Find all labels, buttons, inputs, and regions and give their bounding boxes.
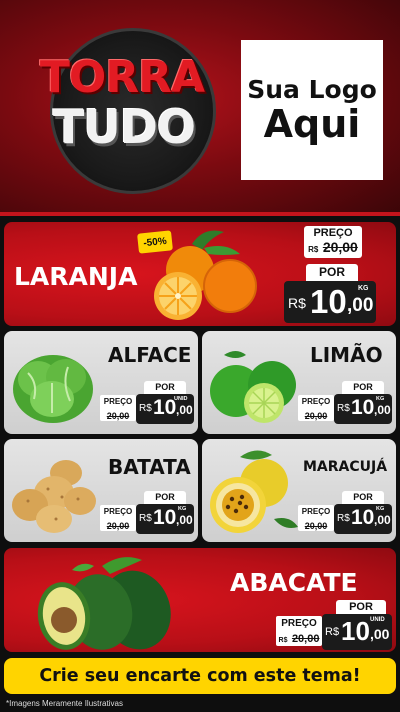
brand-line-2: TUDO: [52, 100, 196, 154]
product-card-maracuja[interactable]: MARACUJÁ POR PREÇO 20,00 R$ 10 ,00 KG: [202, 439, 396, 542]
old-price-label: PREÇO: [313, 227, 353, 239]
brand-line-1: TORRA: [39, 52, 205, 103]
lime-icon: [210, 351, 296, 423]
product-card-abacate[interactable]: ABACATE POR PREÇO R$ 20,00 R$ 10 ,00 UNI…: [4, 548, 396, 652]
old-price-currency: R$: [278, 637, 288, 644]
price-decimal: ,00: [370, 626, 390, 642]
price-unit: KG: [358, 285, 369, 292]
old-price-value: 20,00: [304, 521, 328, 531]
old-price-label: PREÇO: [103, 507, 133, 516]
price-tag: R$ 10 ,00 UNID: [322, 614, 392, 650]
price-currency: R$: [325, 626, 340, 638]
price-integer: 10: [341, 616, 370, 646]
price-integer: 10: [153, 506, 177, 529]
old-price-label: PREÇO: [301, 507, 331, 516]
por-label: POR: [342, 491, 384, 504]
lettuce-icon: [13, 355, 93, 423]
price-block: POR PREÇO 20,00 R$ 10 ,00 KG: [100, 491, 195, 541]
flyer-page: TORRA TUDO Sua Logo Aqui LARANJA -50% PR…: [0, 0, 400, 712]
disclaimer-text: *Imagens Meramente Ilustrativas: [6, 699, 123, 708]
cta-banner[interactable]: Crie seu encarte com este tema!: [4, 658, 396, 694]
old-price-value: 20,00: [106, 521, 130, 531]
por-label: POR: [144, 491, 186, 504]
price-decimal: ,00: [374, 403, 391, 417]
cta-text: Crie seu encarte com este tema!: [39, 666, 361, 686]
price-currency: R$: [337, 403, 350, 414]
price-block: PREÇO R$ 20,00 POR R$ 10 ,00 KG: [284, 226, 376, 323]
price-unit: UNID: [174, 396, 188, 402]
product-card-batata[interactable]: BATATA POR PREÇO 20,00 R$ 10 ,00 KG: [4, 439, 198, 542]
price-decimal: ,00: [176, 403, 193, 417]
product-card-laranja[interactable]: LARANJA -50% PREÇO R$ 20,00 POR R$ 10 ,0…: [4, 222, 396, 326]
product-name: BATATA: [108, 455, 191, 479]
por-label: POR: [342, 381, 384, 394]
old-price-label: PREÇO: [103, 397, 133, 406]
price-integer: 10: [351, 396, 375, 419]
price-unit: KG: [376, 506, 385, 512]
price-tag: R$ 10 ,00 KG: [334, 504, 392, 534]
price-block: POR PREÇO 20,00 R$ 10 ,00 UNID: [100, 381, 195, 431]
product-name: LARANJA: [14, 262, 138, 291]
old-price-value: 20,00: [106, 411, 130, 421]
old-price-label: PREÇO: [281, 618, 317, 629]
potato-icon: [12, 460, 96, 533]
por-label: POR: [336, 600, 386, 614]
passion-fruit-icon: [210, 450, 298, 533]
price-unit: KG: [376, 396, 385, 402]
product-name: ABACATE: [230, 568, 358, 597]
logo-text-line-2: Aqui: [263, 101, 361, 146]
header-banner: TORRA TUDO Sua Logo Aqui: [0, 0, 400, 216]
price-currency: R$: [288, 295, 306, 311]
price-unit: UNID: [370, 617, 385, 623]
price-tag: R$ 10 ,00 KG: [284, 281, 376, 323]
old-price-currency: R$: [308, 245, 319, 254]
discount-badge: -50%: [137, 230, 173, 254]
price-tag: R$ 10 ,00 UNID: [136, 394, 194, 424]
price-currency: R$: [139, 403, 152, 414]
price-tag: R$ 10 ,00 KG: [136, 504, 194, 534]
por-label: POR: [306, 264, 358, 281]
old-price-label: PREÇO: [301, 397, 331, 406]
price-decimal: ,00: [347, 295, 374, 316]
price-decimal: ,00: [374, 513, 391, 527]
product-name: MARACUJÁ: [303, 459, 388, 475]
old-price-value: 20,00: [291, 633, 320, 645]
product-name: LIMÃO: [310, 343, 383, 367]
old-price-value: 20,00: [304, 411, 328, 421]
price-integer: 10: [310, 283, 347, 320]
price-unit: KG: [178, 506, 187, 512]
logo-text-line-1: Sua Logo: [247, 74, 377, 104]
price-tag: R$ 10 ,00 KG: [334, 394, 392, 424]
price-block: POR PREÇO 20,00 R$ 10 ,00 KG: [298, 381, 393, 431]
por-label: POR: [144, 381, 186, 394]
old-price-value: 20,00: [322, 239, 358, 255]
price-block: POR PREÇO R$ 20,00 R$ 10 ,00 UNID: [276, 600, 392, 650]
price-integer: 10: [153, 396, 177, 419]
product-card-limao[interactable]: LIMÃO POR PREÇO 20,00 R$ 10 ,00 KG: [202, 331, 396, 434]
avocado-icon: [37, 557, 171, 650]
price-currency: R$: [139, 513, 152, 524]
price-integer: 10: [351, 506, 375, 529]
product-card-alface[interactable]: ALFACE POR PREÇO 20,00 R$ 10 ,00 UNID: [4, 331, 198, 434]
price-decimal: ,00: [176, 513, 193, 527]
logo-placeholder[interactable]: Sua Logo Aqui: [241, 40, 383, 180]
price-block: POR PREÇO 20,00 R$ 10 ,00 KG: [298, 491, 393, 541]
product-name: ALFACE: [108, 343, 192, 367]
price-currency: R$: [337, 513, 350, 524]
